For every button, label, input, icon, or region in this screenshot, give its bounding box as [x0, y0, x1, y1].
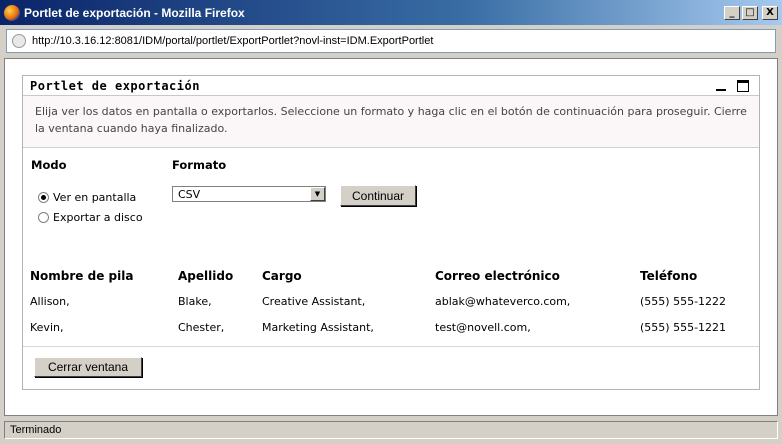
chevron-down-icon[interactable]: ▼: [310, 187, 325, 201]
portlet-header: Portlet de exportación: [23, 76, 759, 96]
table-cell: Kevin,: [30, 321, 64, 334]
maximize-button[interactable]: □: [742, 5, 758, 20]
window-titlebar: Portlet de exportación - Mozilla Firefox…: [0, 0, 782, 25]
firefox-icon: [4, 4, 20, 21]
table-cell: (555) 555-1221: [640, 321, 727, 334]
col-header-last-name: Apellido: [178, 269, 234, 283]
col-header-first-name: Nombre de pila: [30, 269, 134, 283]
table-cell: ablak@whateverco.com,: [435, 295, 571, 308]
table-cell: Blake,: [178, 295, 212, 308]
page-icon: [12, 34, 26, 48]
window-title: Portlet de exportación - Mozilla Firefox: [24, 5, 245, 20]
portlet-minimize-icon[interactable]: [715, 80, 727, 92]
close-window-button[interactable]: Cerrar ventana: [34, 357, 142, 377]
table-cell: test@novell.com,: [435, 321, 531, 334]
table-cell: Allison,: [30, 295, 70, 308]
divider: [23, 346, 759, 347]
url-text[interactable]: http://10.3.16.12:8081/IDM/portal/portle…: [32, 35, 433, 47]
table-cell: Chester,: [178, 321, 225, 334]
mode-option-screen-label: Ver en pantalla: [53, 191, 137, 204]
col-header-title: Cargo: [262, 269, 302, 283]
close-button[interactable]: X: [762, 5, 778, 20]
mode-label: Modo: [31, 158, 67, 172]
table-cell: (555) 555-1222: [640, 295, 727, 308]
radio-disk[interactable]: [38, 212, 49, 223]
radio-screen[interactable]: [38, 192, 49, 203]
page-content: Portlet de exportación Elija ver los dat…: [4, 58, 778, 416]
status-text: Terminado: [10, 424, 62, 436]
address-bar[interactable]: http://10.3.16.12:8081/IDM/portal/portle…: [6, 29, 776, 53]
table-cell: Creative Assistant,: [262, 295, 366, 308]
col-header-email: Correo electrónico: [435, 269, 560, 283]
export-portlet: Portlet de exportación Elija ver los dat…: [22, 75, 760, 390]
continue-button[interactable]: Continuar: [340, 185, 416, 206]
portlet-title: Portlet de exportación: [30, 78, 200, 93]
format-select[interactable]: CSV ▼: [172, 186, 326, 202]
portlet-maximize-icon[interactable]: [737, 79, 749, 92]
mode-option-screen[interactable]: Ver en pantalla: [38, 191, 136, 204]
col-header-phone: Teléfono: [640, 269, 698, 283]
instructions-text: Elija ver los datos en pantalla o export…: [23, 96, 759, 148]
status-bar: Terminado: [4, 421, 778, 439]
format-label: Formato: [172, 158, 227, 172]
table-cell: Marketing Assistant,: [262, 321, 374, 334]
format-select-value: CSV: [178, 187, 201, 201]
mode-option-disk-label: Exportar a disco: [53, 211, 143, 224]
minimize-button[interactable]: _: [724, 5, 740, 20]
mode-option-disk[interactable]: Exportar a disco: [38, 211, 143, 224]
